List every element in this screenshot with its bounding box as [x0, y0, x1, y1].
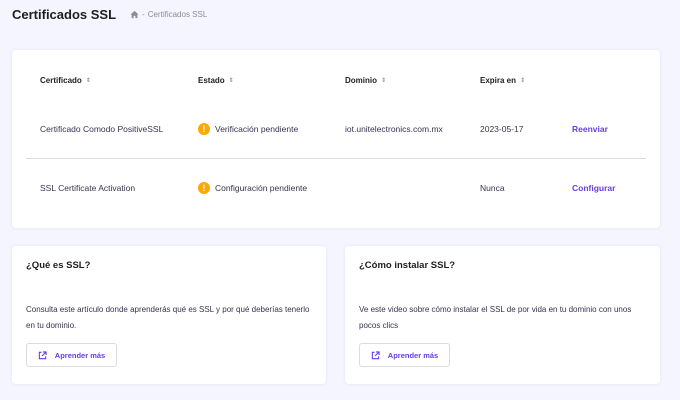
breadcrumb-current: Certificados SSL — [147, 9, 208, 19]
expiry-date: Nunca — [480, 183, 505, 193]
expiry-date: 2023-05-17 — [480, 124, 524, 134]
learn-more-button[interactable]: Aprender más — [359, 343, 450, 367]
warning-icon: ! — [198, 123, 210, 135]
how-to-install-ssl-card: ¿Cómo instalar SSL? Ve este video sobre … — [345, 246, 660, 384]
sort-icon: ⇕ — [381, 77, 387, 84]
row-divider — [26, 158, 646, 159]
certificate-name: SSL Certificate Activation — [40, 183, 136, 193]
breadcrumb: - Certificados SSL — [130, 10, 207, 19]
resend-link[interactable]: Reenviar — [572, 121, 608, 137]
card-title: ¿Cómo instalar SSL? — [359, 260, 456, 271]
configure-link[interactable]: Configurar — [572, 180, 615, 196]
external-link-icon — [371, 350, 380, 360]
certificate-name: Certificado Comodo PositiveSSL — [40, 124, 164, 134]
sort-icon: ⇕ — [520, 77, 526, 84]
column-header-certificate[interactable]: Certificado ⇕ — [40, 76, 91, 85]
learn-more-button[interactable]: Aprender más — [26, 343, 117, 367]
card-description: Consulta este artículo donde aprenderás … — [26, 305, 310, 330]
ssl-certificates-table: Certificado ⇕ Estado ⇕ Dominio ⇕ Expira … — [12, 50, 660, 228]
status-badge: ! Verificación pendiente — [198, 121, 298, 137]
warning-icon: ! — [198, 182, 210, 194]
external-link-icon — [38, 350, 47, 360]
column-header-domain[interactable]: Dominio ⇕ — [345, 76, 386, 85]
domain-name: iot.unitelectronics.com.mx — [345, 124, 443, 134]
home-icon[interactable] — [130, 10, 139, 19]
page-header: Certificados SSL - Certificados SSL — [12, 4, 207, 24]
page-title: Certificados SSL — [12, 6, 117, 22]
column-header-status[interactable]: Estado ⇕ — [198, 76, 234, 85]
card-description: Ve este video sobre cómo instalar el SSL… — [359, 305, 632, 330]
breadcrumb-separator: - — [142, 9, 145, 19]
card-title: ¿Qué es SSL? — [26, 260, 91, 271]
what-is-ssl-card: ¿Qué es SSL? Consulta este artículo dond… — [12, 246, 326, 384]
status-badge: ! Configuración pendiente — [198, 180, 307, 196]
sort-icon: ⇕ — [85, 77, 91, 84]
sort-icon: ⇕ — [228, 77, 234, 84]
column-header-expires[interactable]: Expira en ⇕ — [480, 76, 525, 85]
